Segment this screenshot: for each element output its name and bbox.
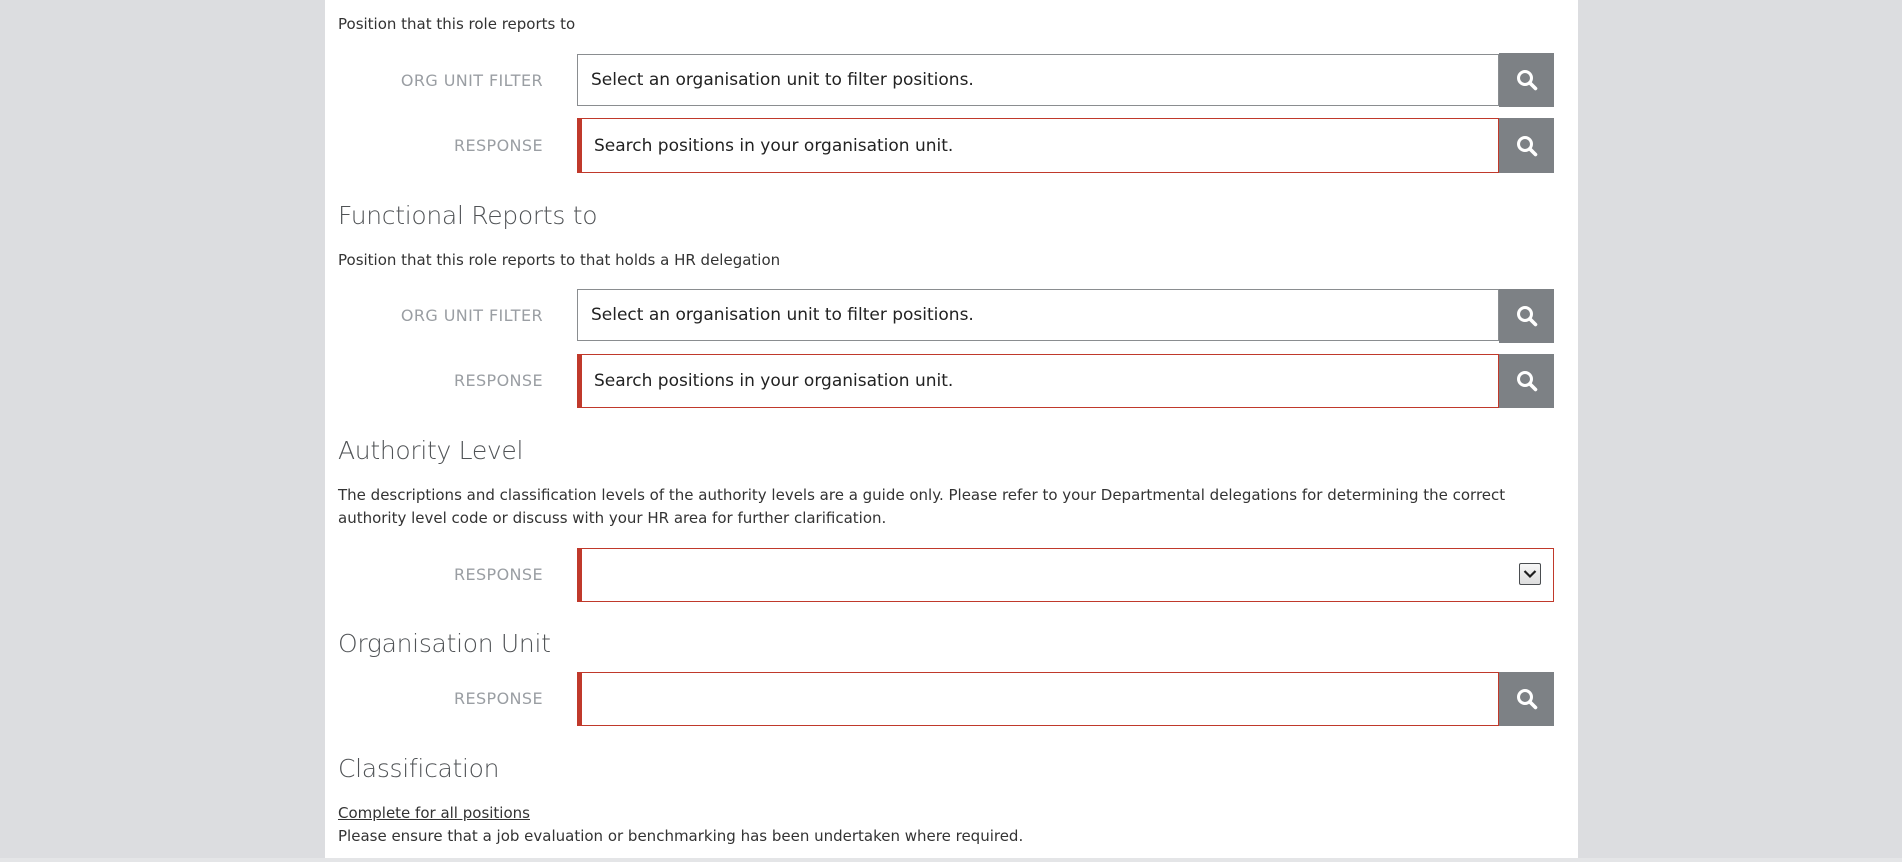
chevron-down-icon[interactable] bbox=[1519, 563, 1541, 585]
functional-org-unit-search-button[interactable] bbox=[1499, 289, 1554, 343]
functional-reports-to-description: Position that this role reports to that … bbox=[338, 251, 781, 269]
organisation-unit-search-button[interactable] bbox=[1499, 672, 1554, 726]
reports-to-org-unit-search-button[interactable] bbox=[1499, 53, 1554, 107]
reports-to-org-unit-filter-label: ORG UNIT FILTER bbox=[400, 71, 543, 90]
functional-org-unit-filter-input[interactable]: Select an organisation unit to filter po… bbox=[577, 289, 1499, 341]
search-icon bbox=[1516, 135, 1537, 156]
reports-to-response-label: RESPONSE bbox=[453, 136, 543, 155]
organisation-unit-response-input[interactable] bbox=[577, 672, 1499, 726]
reports-to-org-unit-filter-input[interactable]: Select an organisation unit to filter po… bbox=[577, 54, 1499, 106]
search-icon bbox=[1516, 70, 1537, 91]
functional-org-unit-filter-label: ORG UNIT FILTER bbox=[400, 306, 543, 325]
authority-level-select[interactable] bbox=[577, 548, 1554, 602]
search-icon bbox=[1516, 371, 1537, 392]
reports-to-response-search-button[interactable] bbox=[1499, 118, 1554, 173]
organisation-unit-heading: Organisation Unit bbox=[338, 629, 551, 658]
organisation-unit-response-label: RESPONSE bbox=[453, 689, 543, 708]
authority-level-response-label: RESPONSE bbox=[453, 565, 543, 584]
authority-level-description: The descriptions and classification leve… bbox=[338, 486, 1506, 527]
classification-heading: Classification bbox=[338, 754, 500, 783]
reports-to-description: Position that this role reports to bbox=[338, 15, 576, 33]
form-page: Position that this role reports to ORG U… bbox=[325, 0, 1578, 858]
functional-reports-to-heading: Functional Reports to bbox=[338, 201, 598, 230]
functional-response-search-button[interactable] bbox=[1499, 354, 1554, 408]
functional-response-label: RESPONSE bbox=[453, 371, 543, 390]
complete-for-all-positions-link[interactable]: Complete for all positions bbox=[338, 802, 530, 825]
page-bottom-border bbox=[0, 858, 1902, 862]
search-icon bbox=[1516, 306, 1537, 327]
reports-to-response-input[interactable]: Search positions in your organisation un… bbox=[577, 118, 1499, 173]
functional-response-input[interactable]: Search positions in your organisation un… bbox=[577, 354, 1499, 408]
classification-note: Please ensure that a job evaluation or b… bbox=[338, 827, 1024, 845]
authority-level-heading: Authority Level bbox=[338, 436, 524, 465]
search-icon bbox=[1516, 689, 1537, 710]
